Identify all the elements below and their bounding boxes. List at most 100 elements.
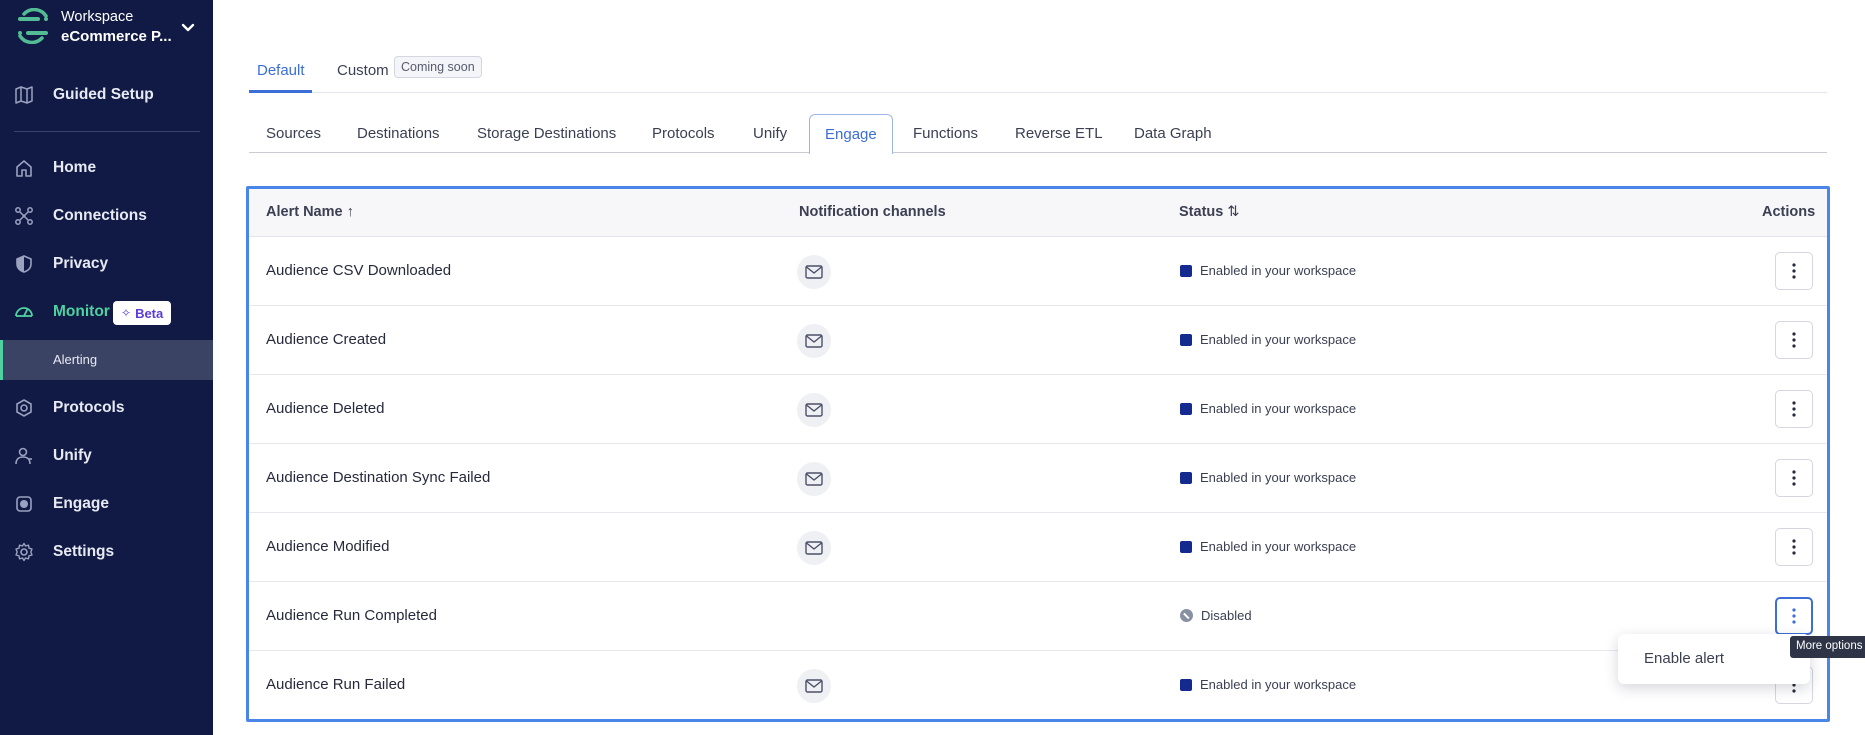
header-status[interactable]: Status ⇅ xyxy=(1179,204,1240,220)
header-status-label: Status xyxy=(1179,204,1224,220)
tab-protocols[interactable]: Protocols xyxy=(652,114,715,153)
sidebar-item-engage[interactable]: Engage xyxy=(0,484,213,524)
tab-functions[interactable]: Functions xyxy=(913,114,978,153)
alert-name: Audience Run Completed xyxy=(266,607,437,624)
more-options-icon xyxy=(1792,539,1796,555)
status-text: Disabled xyxy=(1201,608,1252,623)
tab-default-underline xyxy=(249,90,312,93)
disabled-icon xyxy=(1180,609,1193,622)
enabled-indicator xyxy=(1180,402,1192,415)
sidebar: Workspace eCommerce P... Guided Setup Ho… xyxy=(0,0,213,735)
tab-default[interactable]: Default xyxy=(257,62,305,79)
status-badge: Enabled in your workspace xyxy=(1180,263,1356,278)
status-text: Enabled in your workspace xyxy=(1200,263,1357,278)
header-alert-name[interactable]: Alert Name ↑ xyxy=(266,204,354,220)
arrow-up-icon: ↑ xyxy=(346,204,354,220)
enabled-indicator xyxy=(1180,471,1192,484)
chevron-down-icon[interactable] xyxy=(180,20,196,36)
sidebar-item-protocols[interactable]: Protocols xyxy=(0,388,213,428)
status-text: Enabled in your workspace xyxy=(1200,470,1357,485)
alert-name: Audience CSV Downloaded xyxy=(266,262,452,279)
more-options-button[interactable] xyxy=(1775,321,1813,359)
sidebar-item-monitor[interactable]: Monitor xyxy=(0,292,213,332)
tab-custom[interactable]: Custom xyxy=(337,62,389,79)
workspace-label: Workspace xyxy=(61,9,134,25)
sidebar-item-home[interactable]: Home xyxy=(0,148,213,188)
more-options-button[interactable] xyxy=(1775,597,1813,635)
table-row: Audience Run Failed Enabled in your works… xyxy=(249,651,1827,719)
table-row: Audience Modified Enabled in your workspa… xyxy=(249,513,1827,582)
sidebar-item-privacy[interactable]: Privacy xyxy=(0,244,213,284)
more-options-button[interactable] xyxy=(1775,252,1813,290)
tab-destinations[interactable]: Destinations xyxy=(357,114,440,153)
table-row: Audience Deleted Enabled in your workspac… xyxy=(249,375,1827,444)
table-row: Audience CSV Downloaded Enabled in your w… xyxy=(249,237,1827,306)
email-channel xyxy=(797,462,831,496)
status-badge: Enabled in your workspace xyxy=(1180,539,1356,554)
enabled-indicator xyxy=(1180,678,1192,691)
more-options-icon xyxy=(1792,470,1796,486)
status-text: Enabled in your workspace xyxy=(1200,677,1357,692)
category-tabs: Sources Destinations Storage Destination… xyxy=(249,114,1827,154)
sidebar-subitem-alerting[interactable]: Alerting xyxy=(0,340,213,380)
email-channel xyxy=(797,393,831,427)
sidebar-item-connections[interactable]: Connections xyxy=(0,196,213,236)
segment-logo-icon xyxy=(18,8,48,44)
status-text: Enabled in your workspace xyxy=(1200,401,1357,416)
sparkle-icon: ✧ xyxy=(121,306,132,320)
mail-icon xyxy=(805,679,823,693)
sidebar-item-label: Guided Setup xyxy=(53,86,154,103)
sidebar-item-label: Engage xyxy=(53,495,109,512)
email-channel xyxy=(797,669,831,703)
tab-unify[interactable]: Unify xyxy=(753,114,787,153)
enabled-indicator xyxy=(1180,540,1192,553)
tab-reverse-etl[interactable]: Reverse ETL xyxy=(1015,114,1103,153)
email-channel xyxy=(797,324,831,358)
more-options-icon xyxy=(1792,332,1796,348)
home-icon xyxy=(16,160,32,177)
tab-data-graph[interactable]: Data Graph xyxy=(1134,114,1212,153)
header-actions: Actions xyxy=(1762,204,1816,220)
actions-menu: Enable alert xyxy=(1618,634,1810,684)
sidebar-item-guided-setup[interactable]: Guided Setup xyxy=(0,75,213,115)
shield-icon xyxy=(16,255,32,273)
gauge-icon xyxy=(15,307,33,317)
tab-storage-destinations[interactable]: Storage Destinations xyxy=(477,114,616,153)
status-text: Enabled in your workspace xyxy=(1200,332,1357,347)
tab-engage[interactable]: Engage xyxy=(809,114,893,154)
workspace-switcher[interactable]: Workspace eCommerce P... xyxy=(0,0,213,58)
tab-sources[interactable]: Sources xyxy=(266,114,321,153)
mail-icon xyxy=(805,403,823,417)
sidebar-item-label: Unify xyxy=(53,447,92,464)
table-row: Audience Destination Sync Failed Enabled … xyxy=(249,444,1827,513)
status-badge: Enabled in your workspace xyxy=(1180,470,1356,485)
more-options-icon xyxy=(1792,608,1796,624)
sidebar-item-label: Home xyxy=(53,159,97,176)
sidebar-item-settings[interactable]: Settings xyxy=(0,532,213,572)
more-options-button[interactable] xyxy=(1775,390,1813,428)
protocols-icon xyxy=(16,399,32,417)
table-header: Alert Name ↑ Notification channels Statu… xyxy=(249,189,1827,237)
status-badge: Disabled xyxy=(1180,608,1252,623)
status-badge: Enabled in your workspace xyxy=(1180,332,1356,347)
view-tabs: Default Custom Coming soon xyxy=(249,52,1827,93)
sidebar-item-label: Privacy xyxy=(53,255,109,272)
connections-icon xyxy=(15,207,33,225)
mail-icon xyxy=(805,334,823,348)
beta-badge: ✧ Beta xyxy=(113,301,172,325)
alert-name: Audience Destination Sync Failed xyxy=(266,469,491,486)
gear-icon xyxy=(15,542,33,562)
beta-label: Beta xyxy=(135,305,164,321)
table-row: Audience Run Completed Disabled xyxy=(249,582,1827,651)
mail-icon xyxy=(805,265,823,279)
sort-icon: ⇅ xyxy=(1227,204,1240,220)
sidebar-item-unify[interactable]: Unify xyxy=(0,436,213,476)
header-alert-name-label: Alert Name xyxy=(266,204,343,220)
menu-item-enable-alert[interactable]: Enable alert xyxy=(1644,650,1724,667)
more-options-icon xyxy=(1792,263,1796,279)
alert-name: Audience Modified xyxy=(266,538,390,555)
more-options-button[interactable] xyxy=(1775,528,1813,566)
more-options-icon xyxy=(1792,401,1796,417)
sidebar-subitem-label: Alerting xyxy=(53,352,98,367)
more-options-button[interactable] xyxy=(1775,459,1813,497)
